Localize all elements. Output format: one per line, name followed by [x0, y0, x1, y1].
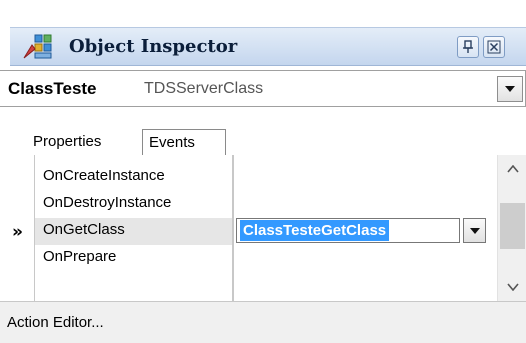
- component-palette-icon: [23, 34, 52, 59]
- tab-events[interactable]: Events: [142, 129, 226, 156]
- object-inspector-title-bar[interactable]: Object Inspector: [10, 27, 526, 66]
- event-name: OnDestroyInstance: [43, 194, 172, 211]
- event-handler-dropdown-button[interactable]: [463, 218, 486, 243]
- event-name: OnCreateInstance: [43, 167, 165, 184]
- selected-object-name: ClassTeste: [8, 79, 97, 98]
- close-button[interactable]: [483, 36, 505, 58]
- event-handler-value[interactable]: ClassTesteGetClass: [240, 220, 390, 241]
- action-editor-link[interactable]: Action Editor...: [7, 314, 104, 331]
- pin-icon: [463, 40, 473, 53]
- chevron-up-icon: [506, 165, 519, 173]
- scroll-up-button[interactable]: [498, 157, 526, 181]
- event-row-oncreateinstance[interactable]: OnCreateInstance: [35, 164, 497, 191]
- event-row-ondestroyinstance[interactable]: OnDestroyInstance: [35, 191, 497, 218]
- chevron-down-icon: [506, 283, 519, 291]
- close-icon: [487, 40, 501, 54]
- event-row-ongetclass[interactable]: OnGetClass: [35, 218, 232, 245]
- selected-object-class: TDSServerClass: [144, 80, 264, 97]
- pin-button[interactable]: [457, 36, 479, 58]
- inspector-tabs: Properties Events: [0, 111, 526, 156]
- event-handler-editor[interactable]: ClassTesteGetClass: [236, 218, 486, 243]
- window-title: Object Inspector: [69, 36, 238, 57]
- object-selector[interactable]: ClassTeste TDSServerClass: [0, 70, 526, 107]
- chevron-down-icon: [505, 86, 515, 92]
- tab-properties[interactable]: Properties: [22, 129, 144, 156]
- object-selector-dropdown-button[interactable]: [497, 76, 523, 102]
- events-scrollbar[interactable]: [497, 155, 526, 301]
- events-grid: OnCreateInstance OnDestroyInstance » OnG…: [0, 155, 526, 301]
- event-name: OnPrepare: [43, 248, 117, 265]
- scroll-thumb[interactable]: [500, 203, 525, 249]
- chevron-down-icon: [469, 227, 480, 234]
- event-row-onprepare[interactable]: OnPrepare: [35, 245, 497, 272]
- scroll-down-button[interactable]: [498, 275, 526, 299]
- inspector-footer: Action Editor...: [0, 301, 526, 343]
- current-row-marker: »: [12, 222, 23, 242]
- event-name: OnGetClass: [43, 221, 125, 238]
